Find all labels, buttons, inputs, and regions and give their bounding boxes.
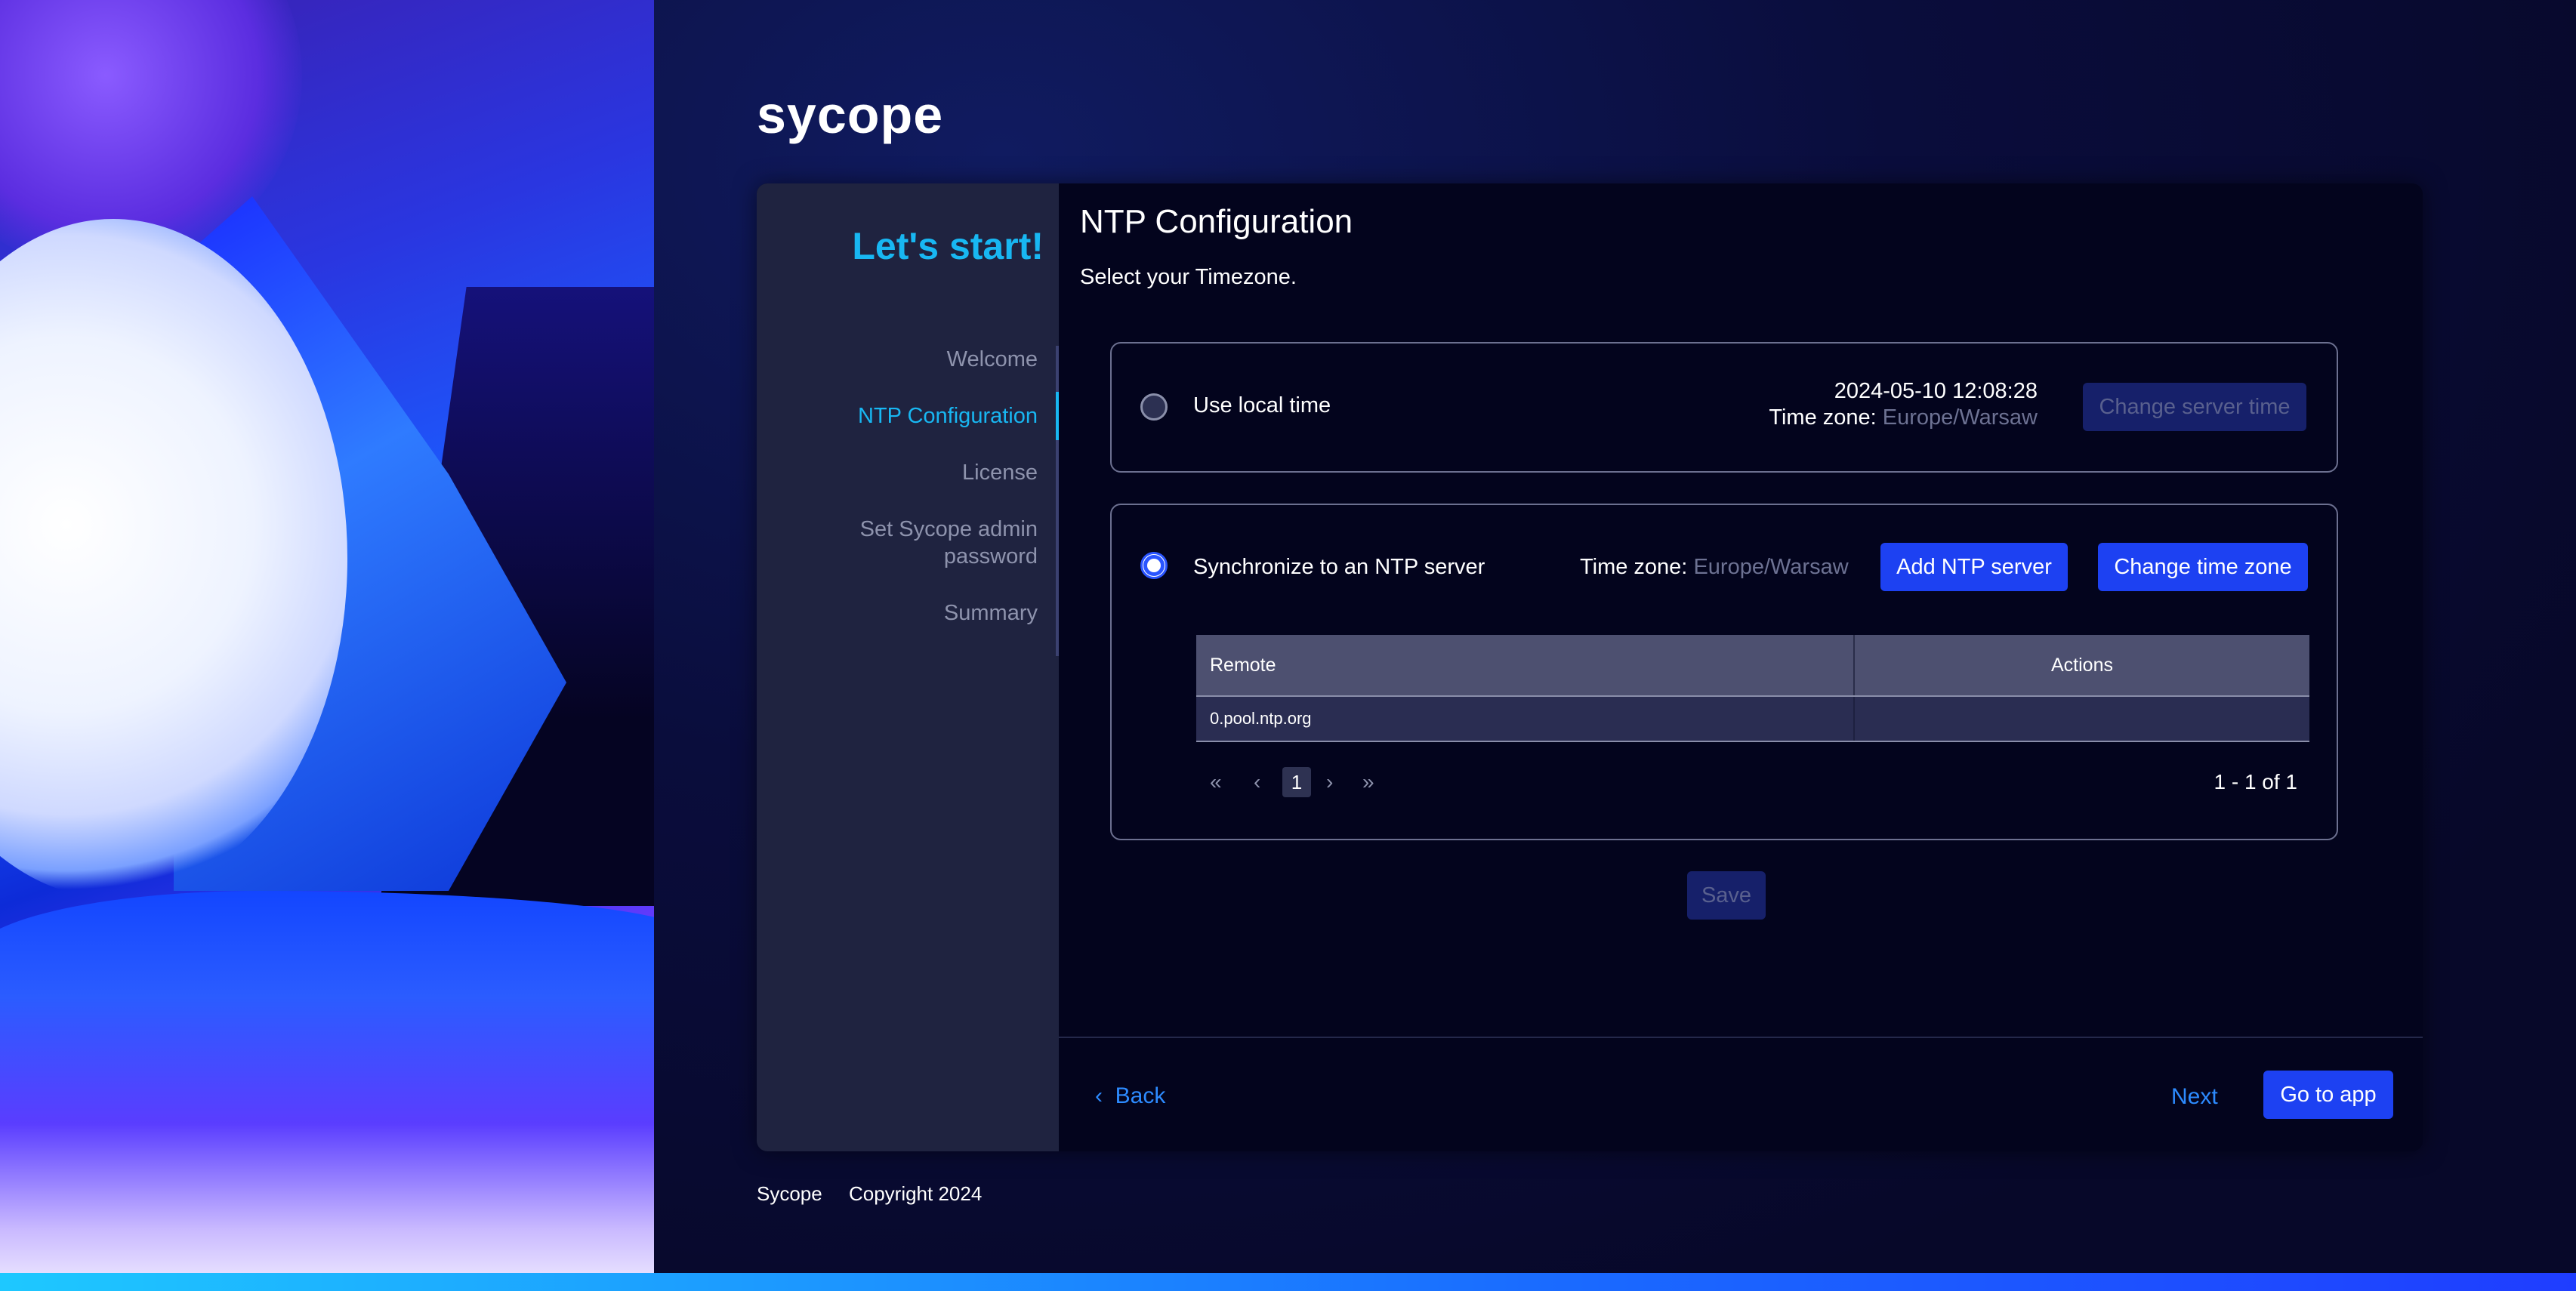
column-header-remote[interactable]: Remote [1196, 635, 1855, 695]
bottom-accent-bar [0, 1273, 2576, 1291]
current-page[interactable]: 1 [1282, 767, 1311, 797]
wizard-steps: Welcome NTP Configuration License Set Sy… [757, 346, 1059, 656]
timezone-label: Time zone: [1769, 405, 1877, 430]
chevron-left-icon: ‹ [1095, 1083, 1103, 1108]
cell-actions [1855, 697, 2309, 741]
step-summary[interactable]: Summary [757, 599, 1056, 627]
save-button[interactable]: Save [1687, 871, 1766, 920]
setup-wizard-card: Let's start! Welcome NTP Configuration L… [757, 183, 2423, 1151]
local-time-label[interactable]: Use local time [1193, 393, 1331, 418]
divider [1059, 1037, 2423, 1038]
server-timezone: Time zone: Europe/Warsaw [1769, 405, 2038, 431]
add-ntp-server-button[interactable]: Add NTP server [1880, 543, 2068, 591]
first-page-icon[interactable]: « [1210, 765, 1222, 800]
step-welcome[interactable]: Welcome [757, 346, 1056, 373]
step-ntp-configuration[interactable]: NTP Configuration [757, 392, 1059, 440]
last-page-icon[interactable]: » [1362, 765, 1374, 800]
timezone-value: Europe/Warsaw [1693, 555, 1849, 579]
timezone-label: Time zone: [1580, 555, 1688, 579]
local-time-option[interactable]: Use local time 2024-05-10 12:08:28 Time … [1110, 342, 2338, 473]
server-time-info: 2024-05-10 12:08:28 Time zone: Europe/Wa… [1769, 378, 2038, 431]
timezone-value: Europe/Warsaw [1882, 405, 2038, 430]
ntp-sync-label[interactable]: Synchronize to an NTP server [1193, 555, 1485, 580]
next-button[interactable]: Next [2171, 1084, 2218, 1110]
page-count: 1 - 1 of 1 [2214, 770, 2297, 793]
wizard-heading: Let's start! [852, 225, 1044, 267]
footer-copyright: Copyright 2024 [848, 1182, 983, 1205]
back-button[interactable]: ‹ Back [1095, 1083, 1165, 1109]
ntp-servers-table: Remote Actions 0.pool.ntp.org [1196, 635, 2309, 742]
ntp-timezone: Time zone: Europe/Warsaw [1580, 555, 1849, 580]
footer-company: Sycope [757, 1182, 822, 1205]
step-license[interactable]: License [757, 459, 1056, 486]
wizard-sidebar: Let's start! Welcome NTP Configuration L… [757, 183, 1059, 1151]
server-datetime: 2024-05-10 12:08:28 [1834, 379, 2038, 403]
ntp-sync-radio[interactable] [1140, 552, 1168, 579]
change-time-zone-button[interactable]: Change time zone [2098, 543, 2308, 591]
page-footer: Sycope Copyright 2024 [757, 1182, 1003, 1206]
back-label: Back [1115, 1083, 1166, 1108]
step-admin-password[interactable]: Set Sycope admin password [841, 516, 1056, 570]
sycope-logo: sycope [757, 85, 944, 144]
table-row[interactable]: 0.pool.ntp.org [1196, 697, 2309, 742]
ntp-sync-option[interactable]: Synchronize to an NTP server Time zone: … [1110, 504, 2338, 840]
wizard-main: NTP Configuration Select your Timezone. … [1059, 183, 2423, 1151]
table-pagination: « ‹ 1 › » 1 - 1 of 1 [1196, 765, 2309, 800]
local-time-radio[interactable] [1140, 393, 1168, 421]
column-header-actions: Actions [2051, 655, 2113, 676]
page-subtitle: Select your Timezone. [1080, 265, 1297, 289]
page-title: NTP Configuration [1080, 203, 1353, 240]
artwork-floor-wave [0, 891, 654, 1273]
prev-page-icon[interactable]: ‹ [1254, 765, 1260, 800]
go-to-app-button[interactable]: Go to app [2263, 1071, 2393, 1119]
artwork-cyan-ring [317, 0, 654, 310]
next-page-icon[interactable]: › [1326, 765, 1333, 800]
table-header: Remote Actions [1196, 635, 2309, 697]
cell-remote: 0.pool.ntp.org [1196, 697, 1855, 741]
background-artwork [0, 0, 654, 1273]
change-server-time-button[interactable]: Change server time [2083, 383, 2306, 431]
